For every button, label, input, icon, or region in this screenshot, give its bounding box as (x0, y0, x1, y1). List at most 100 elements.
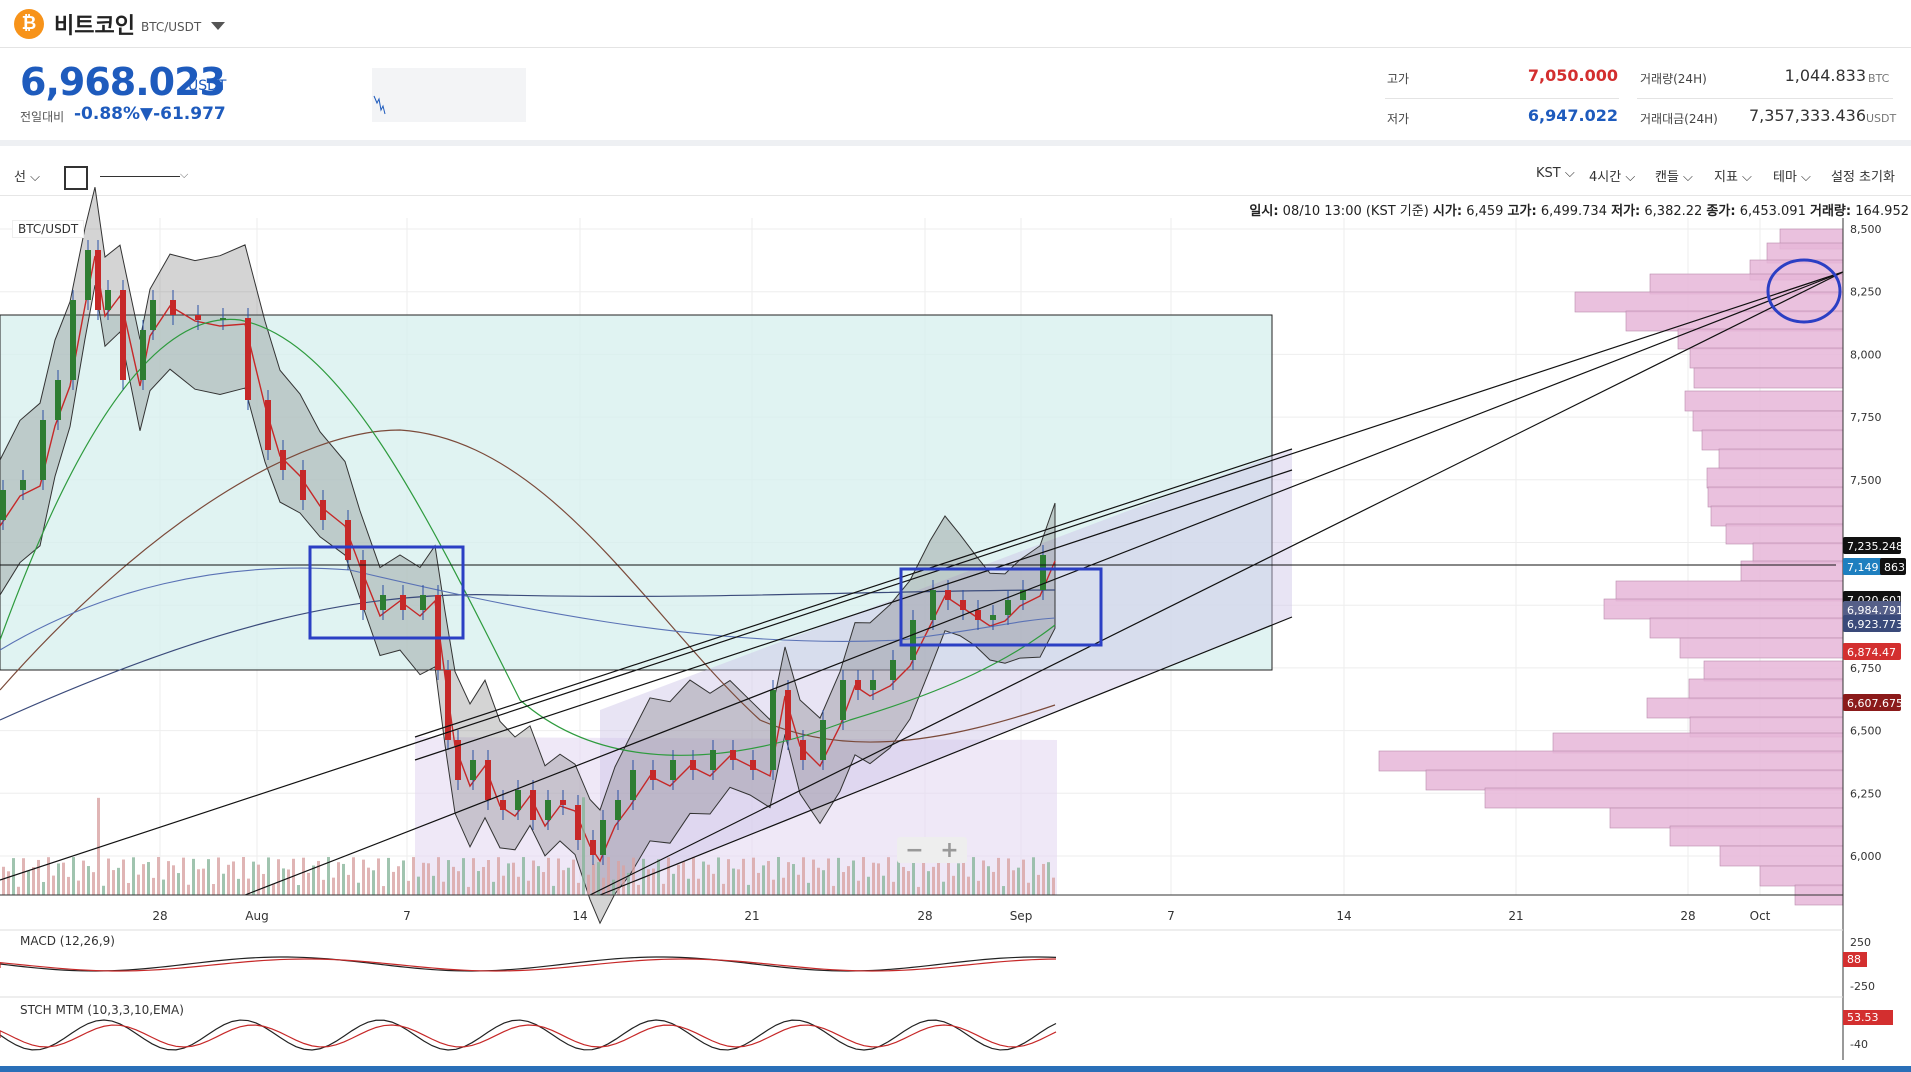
volume-bar (892, 881, 895, 895)
candle (470, 760, 476, 780)
volume-bar (357, 882, 360, 895)
volume-bar (732, 868, 735, 895)
volume-bar (22, 858, 25, 895)
volume-bar (757, 872, 760, 895)
volume-profile-bar (1725, 523, 1844, 545)
volume-bar (962, 862, 965, 895)
volume-bar (272, 883, 275, 895)
volume-bar (787, 862, 790, 895)
pane-ticks: 250 -250 -40 88 53.53 (1843, 936, 1893, 1051)
volume-bar (567, 867, 570, 895)
volume-bar (72, 857, 75, 895)
candle (20, 480, 26, 490)
candle (630, 770, 636, 800)
volume-bar (502, 875, 505, 895)
volume-bar (27, 870, 30, 895)
zoom-out-icon[interactable]: − (905, 838, 923, 863)
volume-bar (482, 866, 485, 895)
volume-profile-bar (1378, 750, 1844, 772)
y-tick-label: 7,750 (1850, 411, 1882, 424)
volume-bar (907, 871, 910, 895)
candle (300, 470, 306, 500)
volume-bar (487, 860, 490, 895)
x-tick-label: Sep (1010, 909, 1033, 923)
volume-bar (952, 875, 955, 895)
volume-bar (147, 862, 150, 895)
volume-bar (797, 874, 800, 895)
volume-bar (752, 857, 755, 895)
volume-profile-bar (1677, 328, 1844, 350)
volume-bar (307, 872, 310, 895)
macd-tag-label: 88 (1847, 953, 1861, 966)
stch-tick: -40 (1850, 1038, 1868, 1051)
volume-profile-bar (1752, 542, 1844, 564)
candle (515, 790, 521, 810)
volume-bar (692, 857, 695, 895)
volume-bar (397, 866, 400, 895)
candle (615, 800, 621, 820)
volume-bar (742, 858, 745, 895)
y-tick-label: 8,500 (1850, 223, 1882, 236)
candle (710, 750, 716, 770)
volume-bar (992, 871, 995, 895)
volume-bar (67, 876, 70, 895)
volume-bar (912, 858, 915, 895)
volume-bar (702, 861, 705, 895)
volume-bar (197, 869, 200, 895)
volume-bar (922, 858, 925, 895)
volume-bar (127, 882, 130, 895)
y-tick-label: 8,000 (1850, 348, 1882, 361)
volume-bar (122, 859, 125, 895)
volume-bar (592, 864, 595, 895)
candle (975, 610, 981, 620)
volume-bar (282, 868, 285, 895)
volume-bar (92, 872, 95, 895)
candle (380, 595, 386, 610)
volume-bar (657, 859, 660, 895)
volume-bar (417, 876, 420, 895)
volume-bar (37, 859, 40, 895)
volume-bar (537, 866, 540, 895)
volume-bar (607, 857, 610, 895)
volume-bar (352, 857, 355, 895)
volume-bar (637, 884, 640, 895)
x-tick-label: 28 (152, 909, 167, 923)
volume-bar (827, 858, 830, 895)
volume-bar (192, 858, 195, 895)
volume-bar (187, 884, 190, 895)
volume-bar (842, 872, 845, 895)
price-tag-label: 7,149 (1847, 561, 1879, 574)
volume-bar (902, 866, 905, 895)
volume-bar (492, 881, 495, 895)
volume-bar (177, 873, 180, 895)
volume-bar (987, 866, 990, 895)
candle (105, 290, 111, 310)
candle (435, 595, 441, 670)
volume-bar (917, 886, 920, 895)
zoom-in-icon[interactable]: + (940, 838, 958, 863)
volume-bar (557, 858, 560, 895)
volume-bar (737, 869, 740, 895)
candle (445, 670, 451, 740)
candle (910, 620, 916, 660)
volume-bar (972, 857, 975, 895)
volume-bar (897, 860, 900, 895)
volume-bar (367, 867, 370, 895)
volume-bar (622, 865, 625, 895)
candle (360, 560, 366, 610)
candle (1005, 600, 1011, 615)
volume-bar (117, 867, 120, 895)
volume-bar (2, 866, 5, 895)
price-chart[interactable]: 28 Aug 7 14 21 28 Sep 7 14 21 28 Oct 8,500 8,250 8,00… (0, 0, 1911, 1072)
candle (770, 690, 776, 770)
candle (55, 380, 61, 420)
volume-bar (707, 864, 710, 895)
y-tick-label: 6,000 (1850, 850, 1882, 863)
volume-bar (1027, 882, 1030, 895)
volume-bar (712, 873, 715, 895)
volume-bar (77, 880, 80, 895)
volume-bar (577, 882, 580, 895)
candle (650, 770, 656, 780)
candle (70, 300, 76, 380)
candle (265, 400, 271, 450)
